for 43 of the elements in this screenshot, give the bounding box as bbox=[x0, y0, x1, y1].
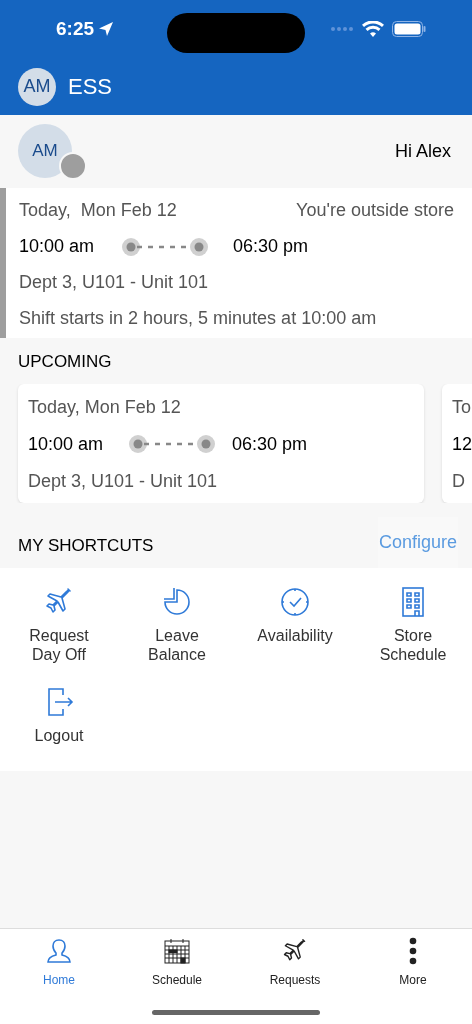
shift-department: D bbox=[452, 469, 466, 493]
location-status: You're outside store bbox=[296, 199, 454, 222]
shortcut-button[interactable]: Store Schedule bbox=[354, 585, 472, 664]
more-icon bbox=[409, 937, 417, 965]
shift-start: 10:00 am bbox=[19, 235, 96, 258]
greeting-text: Hi Alex bbox=[394, 140, 451, 163]
shortcut-button[interactable]: Availability bbox=[236, 585, 354, 664]
battery-icon bbox=[392, 21, 426, 37]
pie-chart-icon bbox=[161, 585, 193, 618]
tab-button[interactable]: Home bbox=[0, 937, 118, 989]
shift-countdown: Shift starts in 2 hours, 5 minutes at 10:00 am bbox=[19, 307, 378, 330]
wifi-icon bbox=[362, 21, 384, 37]
shift-start: 10:00 am bbox=[28, 432, 105, 456]
tab-button[interactable]: Requests bbox=[236, 937, 354, 989]
section-title: MY SHORTCUTS bbox=[18, 535, 154, 558]
timeline-icon bbox=[121, 236, 209, 257]
user-avatar[interactable]: AM bbox=[18, 67, 56, 106]
clock-check-icon bbox=[279, 585, 311, 618]
shortcut-button[interactable]: Leave Balance bbox=[118, 585, 236, 664]
shift-department: Dept 3, U101 - Unit 101 bbox=[28, 469, 219, 493]
shift-start: 12 bbox=[452, 432, 472, 456]
profile-avatar[interactable]: AM bbox=[18, 123, 72, 178]
shift-date: Today, Mon Feb 12 bbox=[19, 199, 177, 222]
tab-button[interactable]: Schedule bbox=[118, 937, 236, 989]
shift-card[interactable]: Today, Mon Feb 12 10:00 am 06:30 pm Dept 3, U101 - Unit 101 bbox=[18, 383, 424, 503]
shortcut-button[interactable]: Logout bbox=[0, 685, 118, 745]
shift-end: 06:30 pm bbox=[232, 432, 308, 456]
shift-department: Dept 3, U101 - Unit 101 bbox=[19, 271, 210, 294]
timeline-icon bbox=[128, 434, 216, 454]
app-title: ESS bbox=[68, 73, 113, 101]
location-arrow-icon bbox=[98, 21, 115, 37]
status-time: 6:25 bbox=[56, 16, 95, 41]
current-shift-card[interactable]: Today, Mon Feb 12 You're outside store 10:00 am 06:30 pm Dept 3, U101 - Unit 101 Shift starts in 2 hours, 5 minutes at 10:00 am bbox=[0, 188, 472, 338]
section-title: UPCOMING bbox=[18, 352, 112, 371]
calendar-icon bbox=[163, 937, 191, 965]
shift-end: 06:30 pm bbox=[233, 235, 309, 258]
person-icon bbox=[45, 937, 73, 965]
shift-card[interactable]: To 12 D bbox=[442, 383, 472, 503]
tab-button[interactable]: More bbox=[354, 937, 472, 989]
shortcut-button[interactable]: Request Day Off bbox=[0, 585, 118, 664]
shift-date: Today, Mon Feb 12 bbox=[28, 395, 182, 419]
signal-icon bbox=[330, 26, 354, 32]
shift-date: To bbox=[452, 395, 472, 419]
